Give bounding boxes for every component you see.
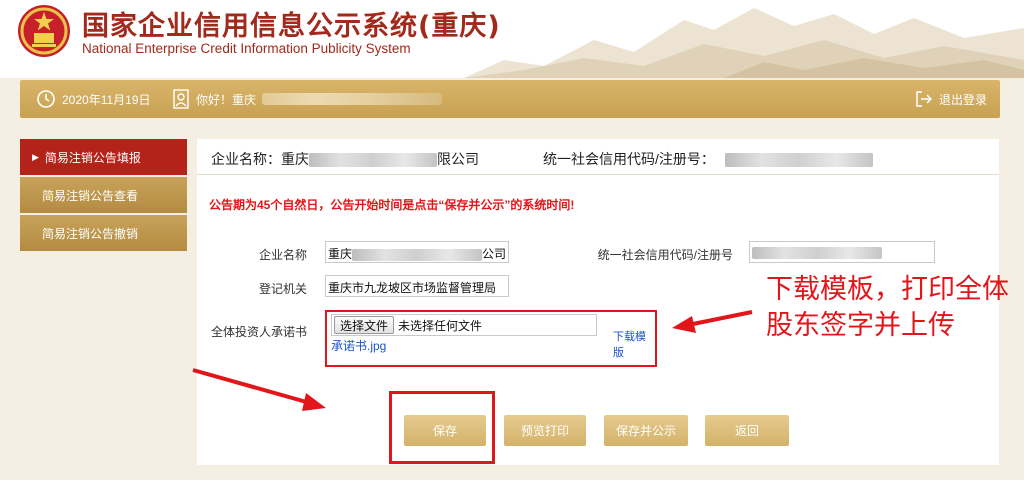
company-name-value-suffix: 公司	[482, 247, 507, 261]
uploaded-file-link[interactable]: 承诺书.jpg	[331, 337, 386, 354]
annotation-line-2: 股东签字并上传	[766, 310, 955, 341]
redacted-credit-code-value	[752, 246, 882, 259]
annotation-line-1: 下载模板，打印全体	[766, 274, 1009, 305]
choose-file-button[interactable]: 选择文件	[334, 316, 395, 334]
user-info-bar: 2020年11月19日 你好！重庆 退出登录	[20, 80, 1000, 118]
sidebar-menu: ▶ 简易注销公告填报 简易注销公告查看 简易注销公告撤销	[20, 139, 187, 253]
logout-button[interactable]: 退出登录	[915, 80, 987, 118]
logout-icon	[916, 91, 933, 107]
company-name-field[interactable]: 重庆 公司	[325, 241, 509, 263]
save-publish-button[interactable]: 保存并公示	[604, 415, 688, 446]
sidebar-item-label: 简易注销公告填报	[44, 150, 141, 165]
current-date: 2020年11月19日	[36, 80, 151, 118]
save-button[interactable]: 保存	[404, 415, 486, 446]
credit-code-field[interactable]	[749, 241, 935, 263]
credit-code-label: 统一社会信用代码/注册号：	[543, 151, 715, 167]
company-name-value-prefix: 重庆	[328, 247, 353, 261]
redacted-company-name-value	[352, 248, 483, 261]
credit-code-summary: 统一社会信用代码/注册号：	[543, 149, 873, 169]
company-name-prefix: 重庆	[281, 151, 309, 167]
credit-code-field-label: 统一社会信用代码/注册号	[597, 248, 733, 262]
upload-highlight-box: 选择文件 未选择任何文件 承诺书.jpg 下载模版	[325, 310, 657, 367]
site-title: 国家企业信用信息公示系统(重庆)	[82, 11, 501, 42]
logout-label: 退出登录	[939, 92, 988, 107]
sidebar-item-notice-fill[interactable]: ▶ 简易注销公告填报	[20, 139, 187, 175]
national-emblem-icon	[18, 5, 70, 57]
redacted-company-name	[309, 153, 437, 168]
preview-print-button[interactable]: 预览打印	[504, 415, 586, 446]
caret-right-icon: ▶	[32, 151, 39, 162]
company-name-label: 企业名称：	[211, 151, 281, 167]
sidebar-item-notice-view[interactable]: 简易注销公告查看	[20, 177, 187, 213]
redacted-username	[262, 93, 443, 105]
company-name-suffix: 限公司	[437, 151, 479, 167]
date-text: 2020年11月19日	[62, 92, 151, 107]
company-summary-header: 企业名称：重庆 限公司 统一社会信用代码/注册号：	[197, 139, 999, 175]
publication-notice: 公告期为45个自然日，公告开始时间是点击“保存并公示”的系统时间!	[209, 198, 575, 212]
no-file-selected-text: 未选择任何文件	[398, 318, 483, 333]
clock-icon	[37, 90, 55, 108]
registration-authority-field[interactable]: 重庆市九龙坡区市场监督管理局	[325, 275, 509, 297]
commitment-letter-label: 全体投资人承诺书	[210, 325, 307, 339]
header-banner: 国家企业信用信息公示系统(重庆) National Enterprise Cre…	[0, 0, 1024, 78]
site-title-english: National Enterprise Credit Information P…	[82, 41, 411, 56]
registration-authority-label: 登记机关	[258, 282, 307, 296]
back-button[interactable]: 返回	[705, 415, 789, 446]
sidebar-item-label: 简易注销公告查看	[42, 188, 139, 203]
sidebar-item-notice-revoke[interactable]: 简易注销公告撤销	[20, 215, 187, 251]
company-name-field-label: 企业名称	[258, 248, 307, 262]
sidebar-item-label: 简易注销公告撤销	[42, 226, 139, 241]
redacted-credit-code	[724, 153, 873, 168]
company-name-summary: 企业名称：重庆 限公司	[211, 149, 479, 169]
commitment-file-input[interactable]: 选择文件 未选择任何文件	[331, 314, 597, 336]
user-icon	[173, 89, 189, 109]
mountain-background-image	[464, 8, 1024, 78]
user-greeting: 你好！重庆	[172, 80, 443, 118]
greeting-text: 你好！重庆	[196, 92, 257, 107]
download-template-link[interactable]: 下载模版	[613, 328, 655, 360]
instruction-annotation: 下载模板，打印全体 股东签字并上传	[766, 272, 1009, 344]
